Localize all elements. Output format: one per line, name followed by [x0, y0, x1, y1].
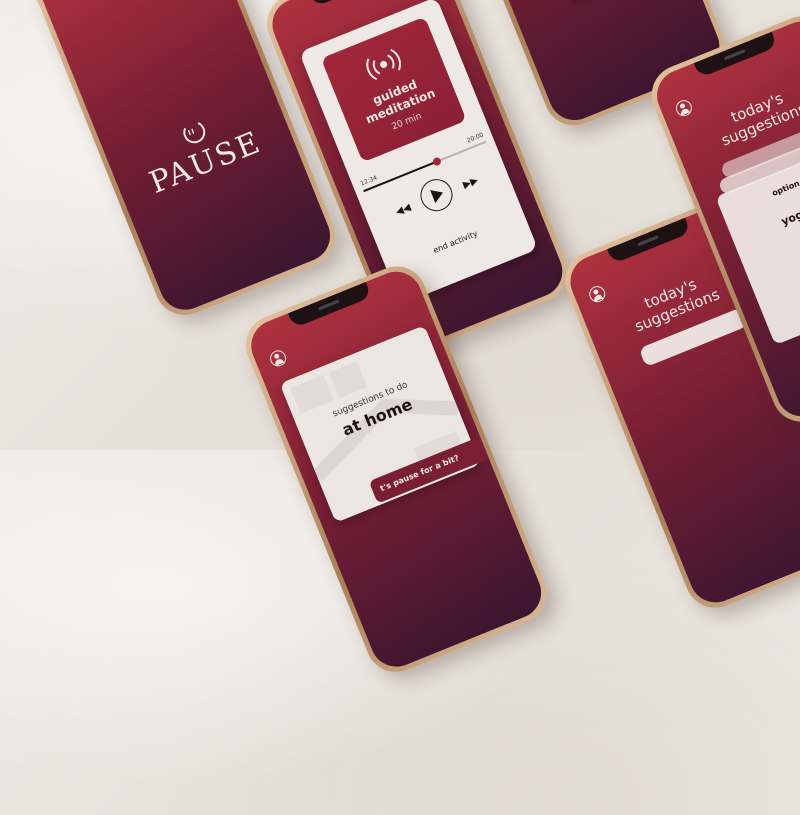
- option-title: yoga: [779, 205, 800, 229]
- option-label: option: [770, 178, 800, 198]
- phone-notch: [309, 0, 394, 7]
- phone-notch: [287, 281, 372, 329]
- mockup-stage: II PAUSE guided meditation 20 min 12:34 …: [0, 0, 800, 681]
- activity-artwork: guided meditation 20 min: [320, 16, 467, 163]
- phone-home-suggestions: suggestions to do at home t's pause for …: [236, 257, 556, 681]
- fast-forward-icon[interactable]: ▶▶: [462, 175, 480, 191]
- profile-icon[interactable]: [267, 347, 289, 369]
- progress-handle[interactable]: [431, 156, 443, 167]
- broadcast-icon: [366, 48, 402, 81]
- home-suggestions-screen: suggestions to do at home t's pause for …: [243, 263, 549, 675]
- play-button[interactable]: [415, 174, 458, 216]
- player-card: guided meditation 20 min 12:34 20:00 ◀◀ …: [298, 0, 539, 305]
- profile-icon[interactable]: [586, 283, 608, 305]
- rewind-icon[interactable]: ◀◀: [394, 202, 412, 218]
- brand-name: PAUSE: [144, 124, 267, 201]
- next-button[interactable]: next: [563, 0, 638, 2]
- phone-notch: [607, 217, 692, 265]
- profile-icon[interactable]: [673, 97, 695, 119]
